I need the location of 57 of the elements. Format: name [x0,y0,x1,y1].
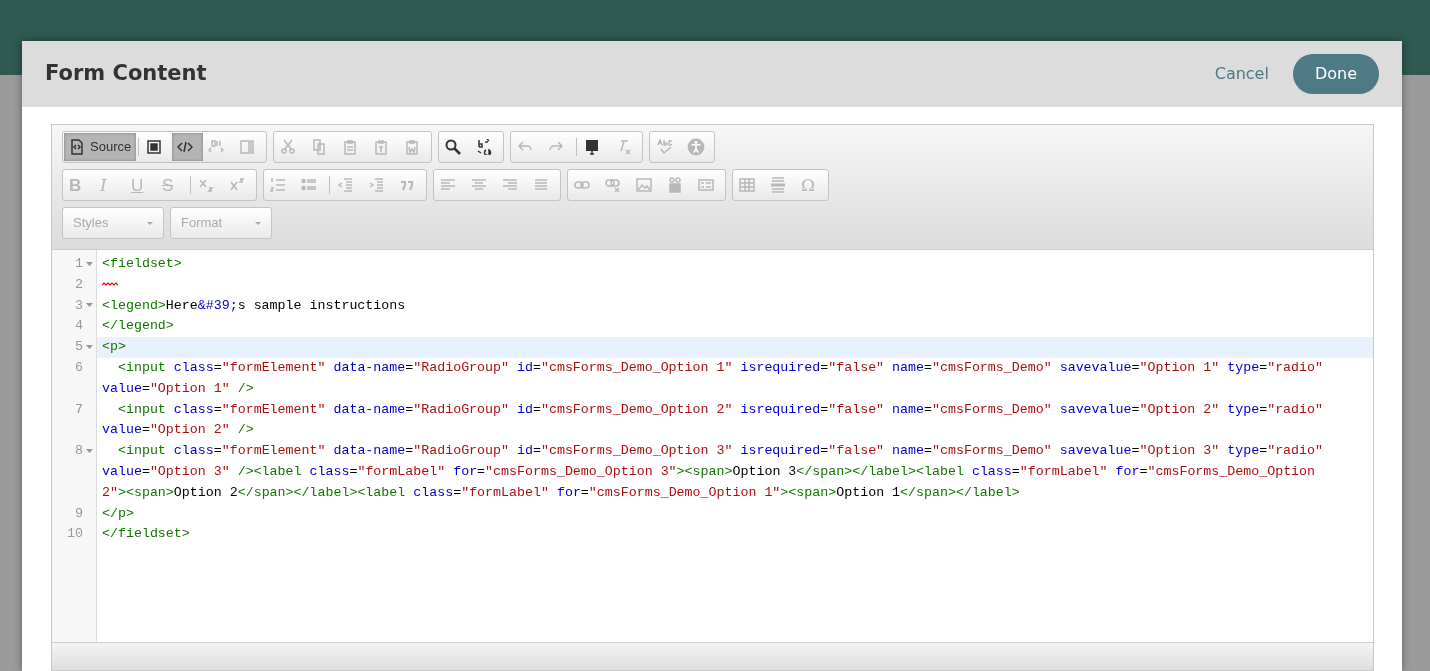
align-right-icon [502,177,518,193]
fold-arrow-icon[interactable] [86,260,93,267]
image-icon [636,177,652,193]
code-line: </legend> [102,318,174,334]
line-number: 9 [75,504,83,523]
done-button[interactable]: Done [1292,54,1379,94]
dialog-title: Form Content [45,61,207,87]
line-number: 3 [75,296,83,315]
code-line: <fieldset> [102,256,182,271]
line-number: 8 [75,442,83,461]
code-line: </p> [102,505,134,521]
align-left-icon [440,177,456,193]
camera-icon [667,177,683,193]
line-number: 5 [75,338,83,357]
subscript-icon [198,177,214,193]
search-icon [445,139,462,155]
spellcheck-icon [656,139,675,155]
align-center-icon [471,177,487,193]
copy-icon [311,139,328,155]
code-icon [177,139,194,155]
scissors-icon [280,139,297,155]
bulleted-list-icon [301,177,317,193]
unlink-icon [605,177,621,193]
cancel-link[interactable]: Cancel [1214,62,1269,86]
code-line: </fieldset> [102,526,190,542]
line-number: 6 [75,359,83,377]
form-icon [698,177,714,193]
document-icon [69,139,85,155]
line-number: 4 [75,317,83,336]
line-number: 2 [75,275,83,294]
clipboard-icon [404,139,421,155]
outdent-icon [337,177,353,193]
superscript-icon [229,177,245,193]
clipboard-icon [373,139,390,155]
clipboard-icon [342,139,359,155]
numbered-list-icon [270,177,286,193]
table-icon [739,177,755,193]
fold-arrow-icon[interactable] [86,344,93,351]
indent-icon [368,177,384,193]
fold-arrow-icon[interactable] [86,302,93,309]
line-number: 7 [75,400,83,419]
line-number: 1 [75,255,83,273]
horizontal-rule-icon [770,177,786,193]
code-line: <input class="formElement" data-name="RadioGroup" id="cmsForms_Demo_Option 2" isrequired="false" name="cmsForms_Demo" savevalue="Option 2" type="radio" value="Option 2" /> [102,401,1324,438]
justify-icon [533,177,549,193]
div-icon [208,139,225,155]
line-number: 10 [67,525,83,544]
toolbar-button[interactable] [172,133,204,161]
blocks-icon [239,139,256,155]
code-line: <input class="formElement" data-name="RadioGroup" id="cmsForms_Demo_Option 3" isrequired="false" name="cmsForms_Demo" savevalue="Option 3" type="radio" value="Option 3" /><label class="formLabel" for="cmsForms_Demo_Option 3"><span>Option 3</span></label><label class="formLabel" for="cmsForms_Demo_Option 2"><span>Option 2</span></label><label class="formLabel" for="cmsForms_Demo_Option 1"><span>Option 1</span></label> [102,443,1324,500]
accessibility-icon [687,138,706,156]
code-editor[interactable] [52,250,1373,642]
code-line: <input class="formElement" data-name="RadioGroup" id="cmsForms_Demo_Option 1" isrequired="false" name="cmsForms_Demo" savevalue="Option 1" type="radio" value="Option 1" /> [102,360,1324,396]
code-line: <legend>Here&#39;s sample instructions [102,297,406,313]
fold-arrow-icon[interactable] [86,448,93,455]
source-button[interactable]: Source [64,133,137,161]
maximize-icon [146,139,163,155]
